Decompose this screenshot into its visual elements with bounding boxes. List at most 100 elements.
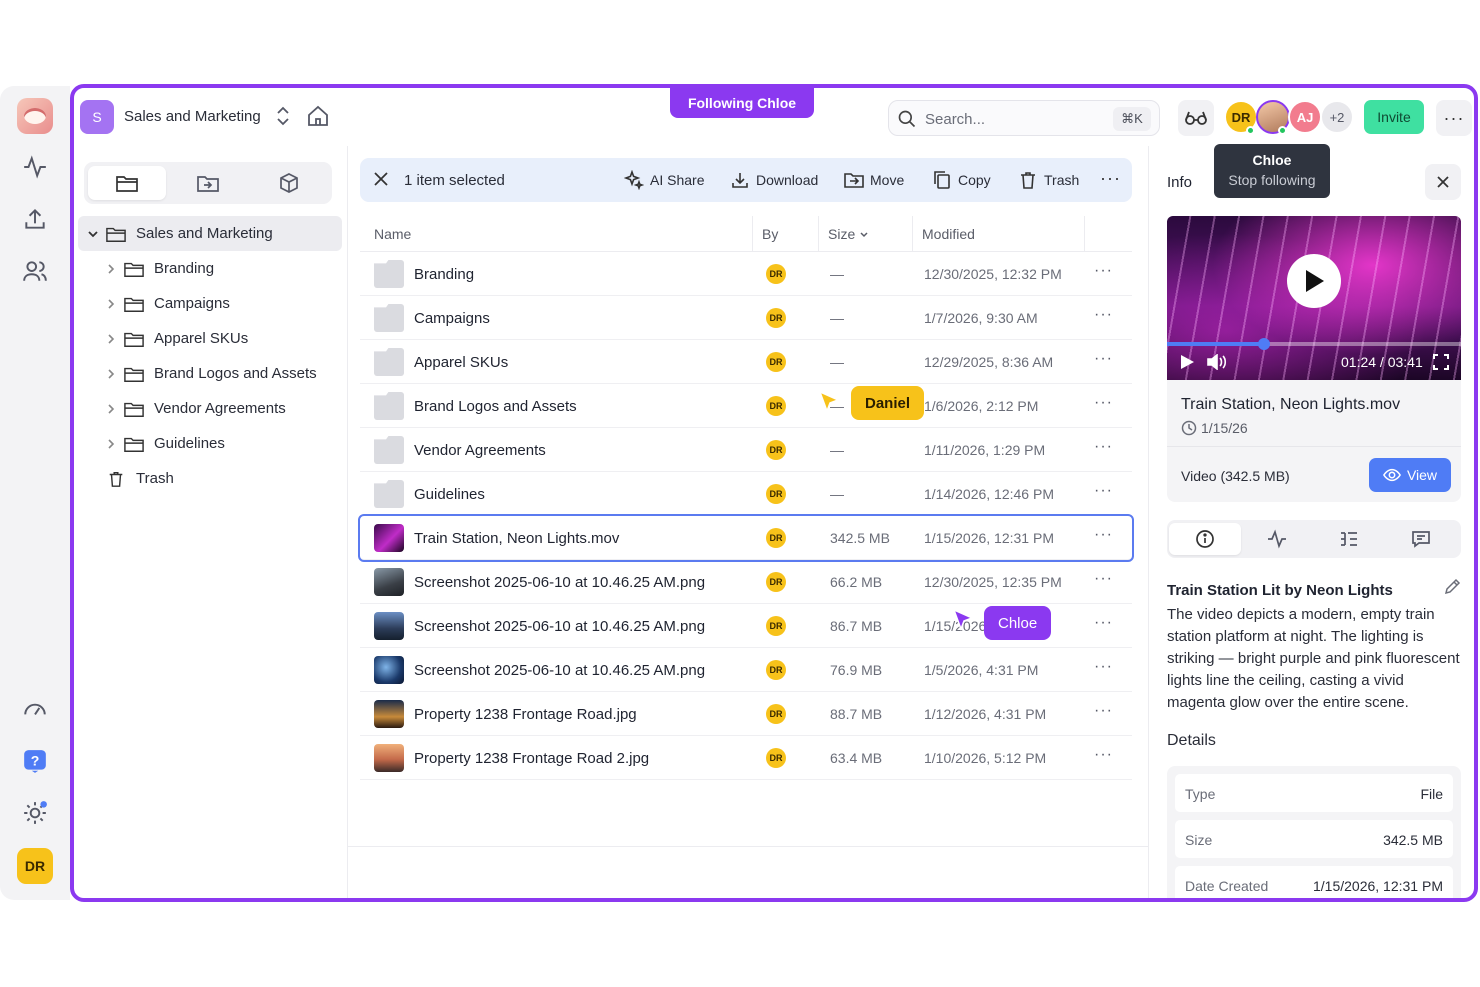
column-name[interactable]: Name [374,226,411,242]
row-more-button[interactable]: ··· [1094,702,1113,720]
ai-share-button[interactable]: AI Share [624,169,704,191]
row-name: Screenshot 2025-06-10 at 10.46.25 AM.png [414,574,706,591]
row-owner-avatar: DR [766,528,786,548]
table-row[interactable]: Brand Logos and Assets DR —1/6/2026, 2:12 … [360,384,1132,428]
more-menu-button[interactable]: ··· [1436,100,1472,136]
tab-versions[interactable] [1313,523,1385,555]
table-row[interactable]: Screenshot 2025-06-10 at 10.46.25 AM.png… [360,560,1132,604]
upload-icon[interactable] [20,204,50,234]
row-more-button[interactable]: ··· [1094,482,1113,500]
play-icon[interactable] [1179,354,1195,370]
activity-icon[interactable] [20,152,50,182]
tree-item-campaigns[interactable]: Campaigns [78,286,342,321]
row-more-button[interactable]: ··· [1094,746,1113,764]
chevron-right-icon[interactable] [104,402,118,416]
row-more-button[interactable]: ··· [1094,262,1113,280]
table-row[interactable]: Property 1238 Frontage Road.jpg DR 88.7 MB… [360,692,1132,736]
chevron-right-icon[interactable] [104,437,118,451]
tree-item-trash[interactable]: Trash [78,461,342,496]
table-row[interactable]: Screenshot 2025-06-10 at 10.46.25 AM.png… [360,648,1132,692]
tree-item-label: Apparel SKUs [154,330,249,347]
tree-item-branding[interactable]: Branding [78,251,342,286]
chevron-right-icon[interactable] [104,332,118,346]
table-row[interactable]: Apparel SKUs DR — 12/29/2025, 8:36 AM ··· [360,340,1132,384]
speedometer-icon[interactable] [20,694,50,724]
trash-button[interactable]: Trash [1018,169,1079,191]
row-more-button[interactable]: ··· [1094,614,1113,632]
chevron-right-icon[interactable] [104,262,118,276]
presence-more-count[interactable]: +2 [1320,100,1354,134]
row-modified: 12/30/2025, 12:32 PM [924,266,1062,282]
clear-selection-icon[interactable] [372,170,390,188]
tab-folders[interactable] [88,166,166,200]
tree-item-guidelines[interactable]: Guidelines [78,426,342,461]
tab-info[interactable] [1169,523,1241,555]
table-row[interactable]: Vendor Agreements DR — 1/11/2026, 1:29 PM ··… [360,428,1132,472]
tree-item-vendor-agreements[interactable]: Vendor Agreements [78,391,342,426]
help-icon[interactable]: ? [20,746,50,776]
info-icon [1196,530,1214,548]
folder-icon [374,480,404,508]
user-avatar[interactable]: DR [17,848,53,884]
fullscreen-icon[interactable] [1433,354,1449,370]
detail-row-date-created: Date Created 1/15/2026, 12:31 PM [1175,866,1453,898]
sparkle-icon [624,170,644,190]
move-button[interactable]: Move [844,169,904,191]
row-more-button[interactable]: ··· [1094,526,1113,544]
app-logo[interactable] [17,98,53,134]
row-more-button[interactable]: ··· [1094,306,1113,324]
users-icon[interactable] [20,256,50,286]
details-list: Type File Size 342.5 MB Date Created 1/1… [1167,766,1461,898]
selection-more-button[interactable]: ··· [1100,168,1121,189]
download-button[interactable]: Download [730,169,818,191]
video-progress-bar[interactable] [1167,338,1461,350]
chevron-right-icon[interactable] [104,297,118,311]
table-row[interactable]: Branding DR — 12/30/2025, 12:32 PM ··· [360,252,1132,296]
settings-icon[interactable] [20,798,50,828]
tree-item-brand-logos[interactable]: Brand Logos and Assets [78,356,342,391]
presence-view-button[interactable] [1178,100,1214,136]
workspace-name[interactable]: Sales and Marketing [124,108,261,125]
sort-down-icon [860,232,868,238]
home-icon[interactable] [306,104,330,128]
tab-shared[interactable] [169,166,247,200]
close-info-button[interactable] [1425,164,1461,200]
volume-icon[interactable] [1207,354,1227,370]
row-more-button[interactable]: ··· [1094,438,1113,456]
tab-activity[interactable] [1241,523,1313,555]
tab-comments[interactable] [1385,523,1457,555]
row-more-button[interactable]: ··· [1094,394,1113,412]
selection-count: 1 item selected [404,172,505,189]
edit-pencil-icon[interactable] [1443,578,1461,596]
following-banner[interactable]: Following Chloe [670,88,814,118]
video-scrubber-handle[interactable] [1258,338,1271,350]
row-modified: 12/30/2025, 12:35 PM [924,574,1062,590]
folder-icon [124,332,144,347]
search-input[interactable]: Search... ⌘K [888,100,1160,136]
tree-item-apparel-skus[interactable]: Apparel SKUs [78,321,342,356]
invite-button[interactable]: Invite [1364,100,1424,134]
column-by[interactable]: By [762,226,778,242]
chevron-down-icon[interactable] [86,227,100,241]
tree-item-root[interactable]: Sales and Marketing [78,216,342,251]
row-more-button[interactable]: ··· [1094,658,1113,676]
copy-button[interactable]: Copy [932,169,991,191]
presence-avatar-aj[interactable]: AJ [1288,100,1322,134]
stop-following-link[interactable]: Stop following [1214,172,1330,188]
table-row[interactable]: Train Station, Neon Lights.mov DR 342.5 MB… [358,514,1134,562]
table-row[interactable]: Guidelines DR — 1/14/2026, 12:46 PM ··· [360,472,1132,516]
row-more-button[interactable]: ··· [1094,350,1113,368]
chevron-right-icon[interactable] [104,367,118,381]
play-button[interactable] [1287,254,1341,308]
table-row[interactable]: Property 1238 Frontage Road 2.jpg DR 63.4 … [360,736,1132,780]
view-button[interactable]: View [1369,458,1451,492]
column-modified[interactable]: Modified [922,226,975,242]
video-player[interactable]: 01:24 / 03:41 [1167,216,1461,380]
chevron-up-down-icon[interactable] [274,105,292,127]
row-more-button[interactable]: ··· [1094,570,1113,588]
tab-packages[interactable] [250,166,328,200]
detail-value: File [1420,786,1443,802]
table-row[interactable]: Campaigns DR — 1/7/2026, 9:30 AM ··· [360,296,1132,340]
workspace-badge[interactable]: S [80,100,114,134]
column-size[interactable]: Size [828,226,869,242]
